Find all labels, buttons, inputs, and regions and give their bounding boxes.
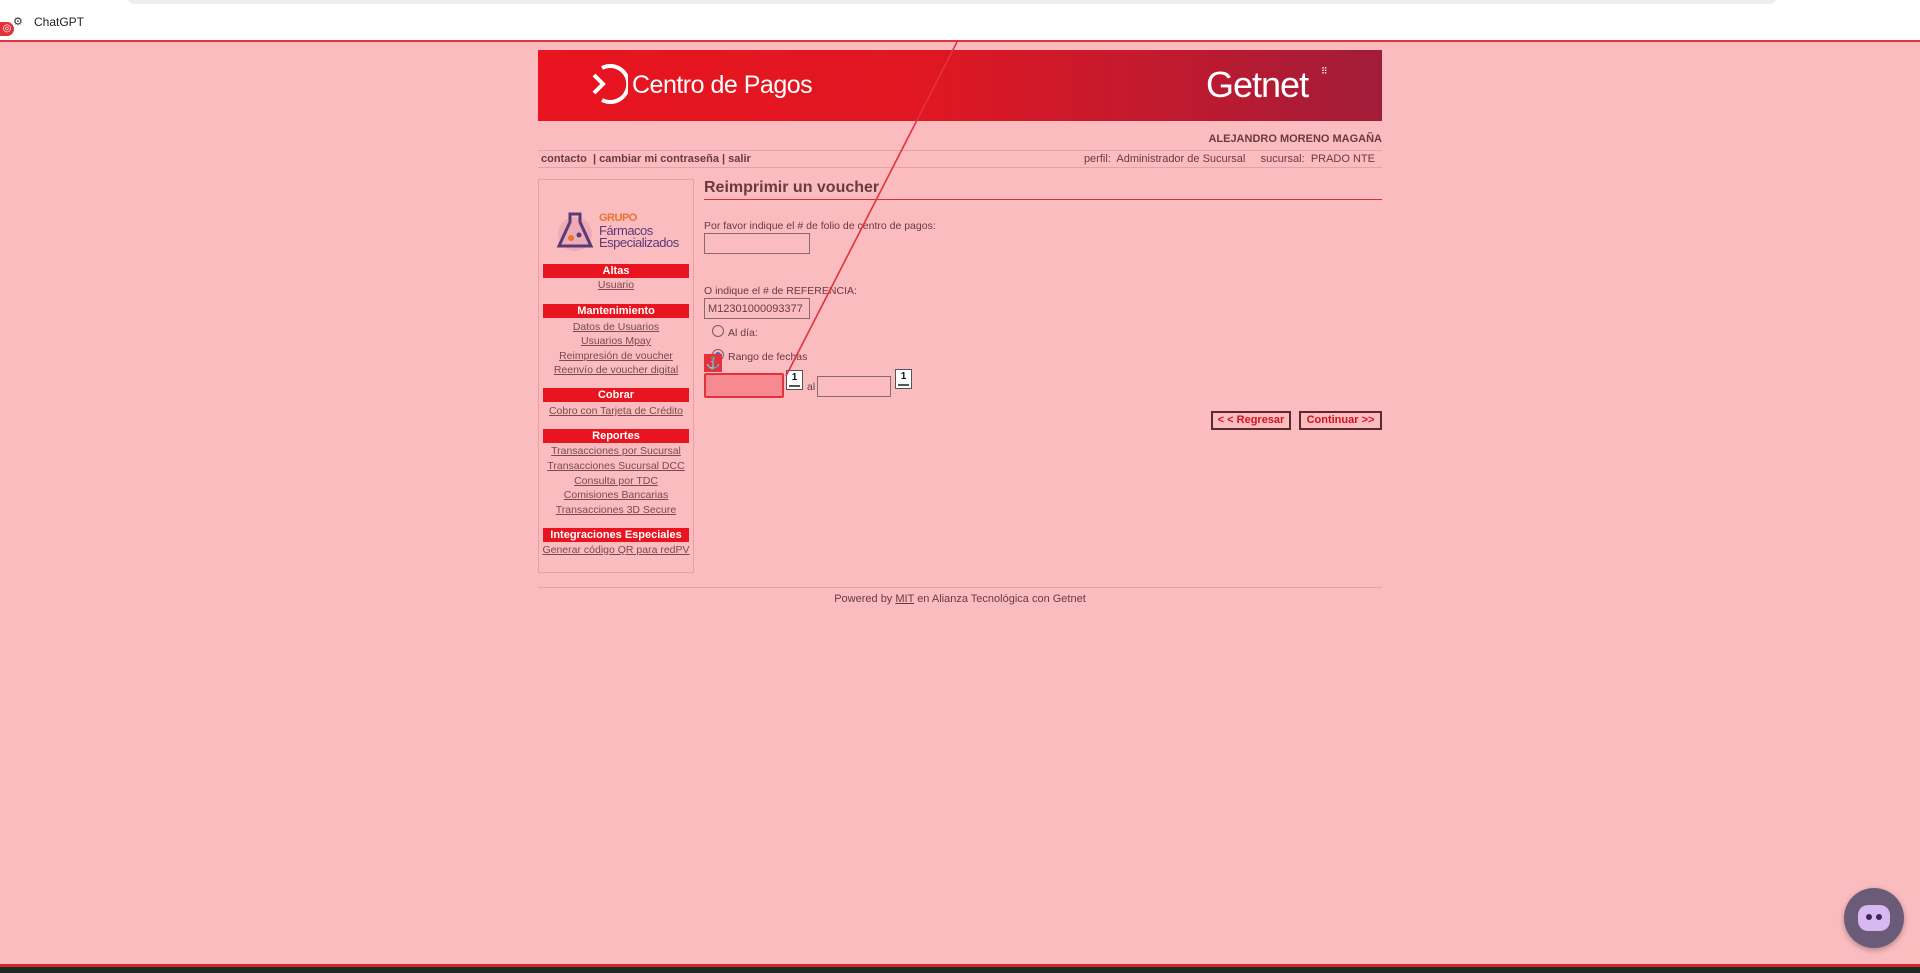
contacto-link[interactable]: contacto — [541, 153, 587, 165]
tab-title[interactable]: ChatGPT — [34, 15, 84, 29]
radio-al-dia-label: Al día: — [728, 327, 758, 339]
record-icon[interactable]: ◎ — [0, 22, 14, 36]
user-name: ALEJANDRO MORENO MAGAÑA — [1208, 133, 1382, 145]
divider — [538, 167, 1382, 168]
getnet-logo: Getnet — [1206, 64, 1309, 105]
sidebar-section-reportes: Reportes — [543, 429, 689, 443]
centro-pagos-logo-icon — [592, 64, 628, 104]
brand-title: Centro de Pagos — [632, 71, 813, 99]
robot-icon — [1858, 905, 1890, 931]
sidebar-item-datos-usuarios[interactable]: Datos de Usuarios — [539, 321, 693, 333]
page-title: Reimprimir un voucher — [704, 179, 880, 196]
sidebar-item-trans-sucursal[interactable]: Transacciones por Sucursal — [539, 445, 693, 457]
sidebar-section-mantenimiento: Mantenimiento — [543, 304, 689, 318]
date-from-input[interactable] — [704, 373, 784, 398]
back-button[interactable]: < < Regresar — [1211, 411, 1291, 430]
anchor-icon: ⚓ — [704, 354, 722, 372]
radio-rango-fechas-label: Rango de fechas — [728, 351, 808, 363]
os-taskbar — [0, 964, 1920, 973]
reference-label: O indique el # de REFERENCIA: — [704, 285, 857, 297]
footer: Powered by MIT en Alianza Tecnológica co… — [538, 593, 1382, 605]
sidebar-item-comisiones[interactable]: Comisiones Bancarias — [539, 489, 693, 501]
mit-link[interactable]: MIT — [895, 593, 914, 605]
branch-value: PRADO NTE — [1310, 153, 1375, 165]
company-logo: GRUPO Fármacos Especializados — [553, 196, 683, 266]
sidebar-item-trans-dcc[interactable]: Transacciones Sucursal DCC — [539, 460, 693, 472]
getnet-dots-icon: ⠿ — [1321, 66, 1328, 76]
openai-icon: ⚙ — [13, 16, 23, 28]
calendar-icon[interactable]: 1 — [895, 369, 912, 389]
continue-button[interactable]: Continuar >> — [1299, 411, 1382, 430]
browser-topbar: ⚙ ChatGPT ◎ — [0, 0, 1920, 42]
divider — [538, 150, 1382, 151]
profile-info: perfil: Administrador de Sucursal sucurs… — [1000, 153, 1375, 165]
sidebar-menu: GRUPO Fármacos Especializados Altas Usua… — [538, 179, 694, 573]
footer-divider — [538, 587, 1382, 588]
user-links: contacto | cambiar mi contraseña | salir — [541, 153, 751, 165]
reference-input[interactable] — [704, 298, 810, 319]
folio-label: Por favor indique el # de folio de centr… — [704, 220, 936, 232]
link-separator: | — [592, 153, 597, 165]
sidebar-section-cobrar: Cobrar — [543, 388, 689, 402]
profile-value: Administrador de Sucursal — [1116, 153, 1246, 165]
profile-label: perfil: — [1083, 153, 1111, 165]
sidebar-item-qr-redpv[interactable]: Generar código QR para redPV — [539, 544, 693, 556]
sidebar-item-3d-secure[interactable]: Transacciones 3D Secure — [539, 504, 693, 516]
logo-text-especializados: Especializados — [599, 235, 679, 250]
sidebar-item-cobro-tarjeta[interactable]: Cobro con Tarjeta de Crédito — [539, 405, 693, 417]
date-separator: al — [807, 381, 816, 393]
link-separator: | — [722, 153, 726, 165]
sidebar-item-reimpresion-voucher[interactable]: Reimpresión de voucher — [539, 350, 693, 362]
folio-input[interactable] — [704, 233, 810, 254]
header-banner: Centro de Pagos Getnet ⠿ — [538, 50, 1382, 121]
chatbot-button[interactable] — [1844, 888, 1904, 948]
sidebar-item-usuarios-mpay[interactable]: Usuarios Mpay — [539, 335, 693, 347]
sidebar-item-usuario[interactable]: Usuario — [539, 279, 693, 291]
sidebar-section-altas: Altas — [543, 264, 689, 278]
sidebar-item-consulta-tdc[interactable]: Consulta por TDC — [539, 475, 693, 487]
calendar-icon[interactable]: 1 — [786, 370, 803, 390]
address-bar[interactable] — [128, 0, 1776, 4]
radio-al-dia[interactable] — [712, 325, 724, 337]
flask-logo-icon — [556, 212, 594, 251]
sidebar-section-integraciones: Integraciones Especiales — [543, 528, 689, 542]
logout-link[interactable]: salir — [728, 153, 751, 165]
footer-suffix: en Alianza Tecnológica con Getnet — [917, 593, 1086, 605]
annotation-line — [785, 39, 959, 377]
date-to-input[interactable] — [817, 376, 891, 397]
title-divider — [704, 199, 1382, 200]
footer-prefix: Powered by — [834, 593, 893, 605]
sidebar-item-reenvio-voucher[interactable]: Reenvío de voucher digital — [539, 364, 693, 376]
branch-label: sucursal: — [1260, 153, 1305, 165]
change-password-link[interactable]: cambiar mi contraseña — [599, 153, 719, 165]
